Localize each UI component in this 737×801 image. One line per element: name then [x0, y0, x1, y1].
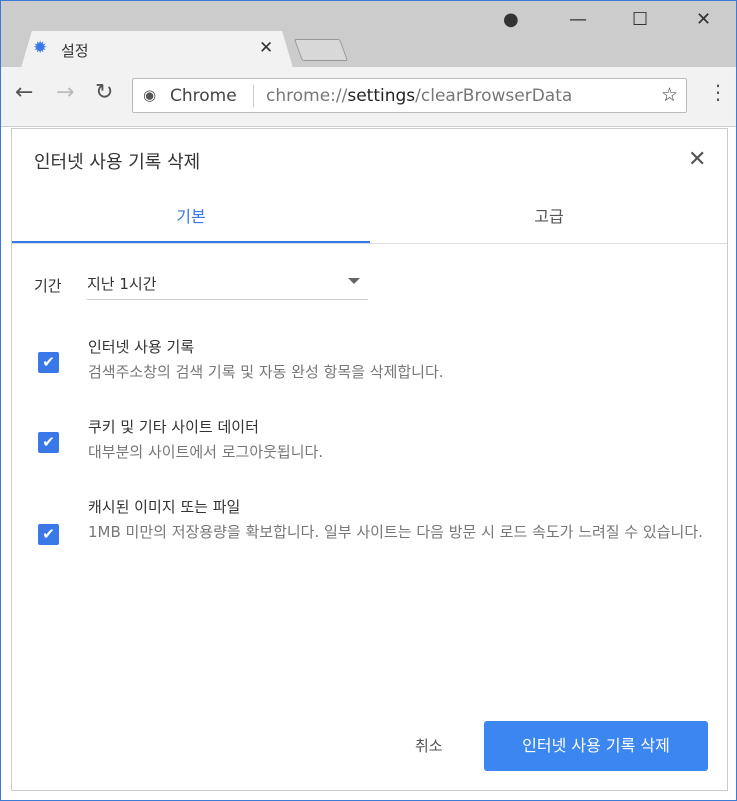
minimize-button[interactable]: — — [569, 9, 587, 30]
url-text[interactable]: chrome://settings/clearBrowserData — [266, 86, 572, 106]
maximize-button[interactable]: ☐ — [632, 9, 648, 30]
cache-checkbox[interactable]: ✔ — [38, 524, 59, 545]
clear-data-button[interactable]: 인터넷 사용 기록 삭제 — [484, 721, 708, 771]
clear-browsing-data-dialog: 인터넷 사용 기록 삭제 ✕ 기본 고급 기간 지난 1시간 ✔ 인터넷 사용 … — [11, 128, 728, 791]
period-value: 지난 1시간 — [87, 275, 157, 293]
forward-button[interactable]: → — [56, 80, 74, 105]
cookies-checkbox[interactable]: ✔ — [38, 432, 59, 453]
close-icon[interactable]: ✕ — [688, 147, 706, 172]
close-window-button[interactable]: ✕ — [696, 9, 711, 30]
option-desc: 대부분의 사이트에서 로그아웃됩니다. — [88, 443, 324, 461]
address-bar[interactable]: ◉ Chrome chrome://settings/clearBrowserD… — [132, 78, 687, 113]
star-icon[interactable]: ☆ — [661, 84, 678, 106]
option-title: 쿠키 및 기타 사이트 데이터 — [88, 418, 259, 436]
divider — [12, 243, 727, 244]
tab-settings[interactable]: ✹ 설정 ✕ — [21, 31, 293, 68]
menu-icon[interactable]: ⋮ — [708, 80, 728, 104]
option-desc: 검색주소창의 검색 기록 및 자동 완성 항목을 삭제합니다. — [88, 363, 444, 381]
cancel-button[interactable]: 취소 — [415, 735, 443, 756]
divider — [253, 85, 254, 107]
period-label: 기간 — [34, 277, 62, 295]
dialog-title: 인터넷 사용 기록 삭제 — [34, 152, 201, 173]
tab-basic[interactable]: 기본 — [12, 203, 370, 243]
reload-button[interactable]: ↻ — [95, 80, 113, 105]
history-checkbox[interactable]: ✔ — [38, 352, 59, 373]
url-host: settings — [347, 86, 416, 106]
tab-close-icon[interactable]: ✕ — [259, 38, 273, 58]
period-select[interactable]: 지난 1시간 — [87, 273, 368, 300]
tab-advanced[interactable]: 고급 — [370, 203, 728, 243]
toolbar: ← → ↻ ◉ Chrome chrome://settings/clearBr… — [1, 67, 736, 127]
gear-icon: ✹ — [33, 38, 48, 58]
url-path: /clearBrowserData — [415, 86, 573, 106]
url-prefix: chrome:// — [266, 86, 348, 106]
option-desc: 1MB 미만의 저장용량을 확보합니다. 일부 사이트는 다음 방문 시 로드 … — [88, 523, 703, 541]
tab-title: 설정 — [61, 42, 89, 60]
back-button[interactable]: ← — [15, 80, 33, 105]
profile-icon[interactable]: ● — [503, 9, 519, 30]
chrome-icon: ◉ — [143, 86, 157, 104]
option-title: 인터넷 사용 기록 — [88, 338, 195, 356]
dropdown-arrow-icon — [348, 278, 360, 284]
new-tab-button[interactable] — [293, 39, 349, 61]
omnibox-chip: Chrome — [170, 86, 237, 106]
option-title: 캐시된 이미지 또는 파일 — [88, 498, 241, 516]
title-bar: ✹ 설정 ✕ ● — ☐ ✕ — [1, 1, 736, 68]
